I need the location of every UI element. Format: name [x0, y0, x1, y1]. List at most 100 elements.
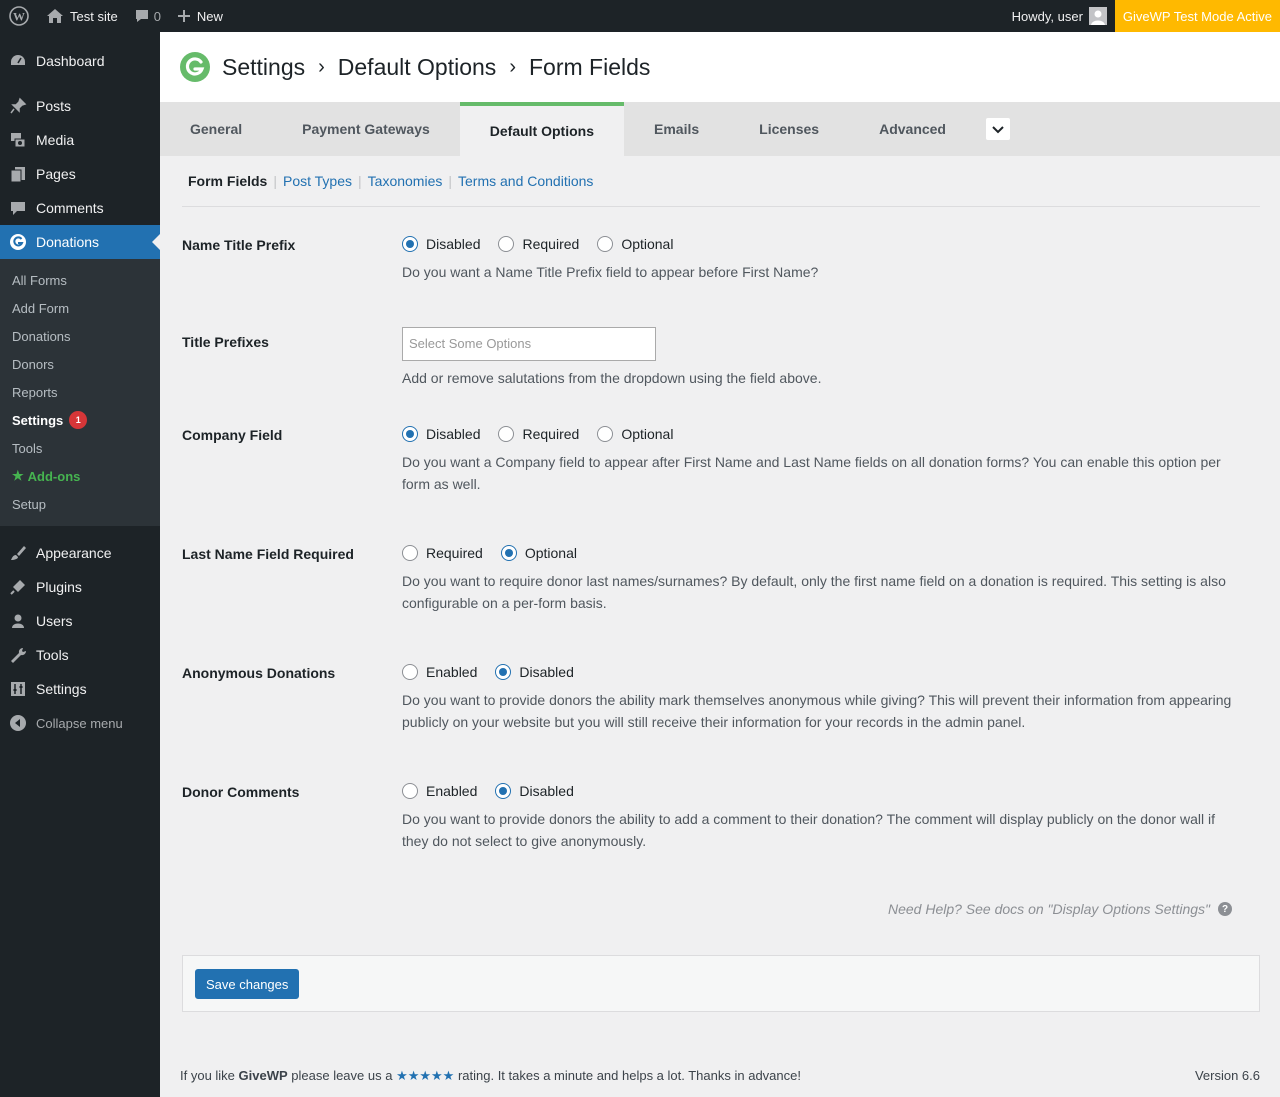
- radio-control[interactable]: [495, 783, 512, 799]
- radio-control[interactable]: [402, 545, 418, 561]
- sidebar-item-plugins[interactable]: Plugins: [0, 570, 160, 604]
- comment-bubble-icon: [134, 8, 150, 24]
- site-name-link[interactable]: Test site: [38, 0, 126, 32]
- setting-description: Do you want to require donor last names/…: [402, 573, 1226, 611]
- footer-text: please leave us a: [287, 1068, 397, 1083]
- radio-control[interactable]: [402, 426, 418, 442]
- radio-optional[interactable]: Optional: [500, 545, 577, 561]
- setting-label: Donor Comments: [182, 784, 300, 800]
- admin-footer: If you like GiveWP please leave us a ★★★…: [180, 1068, 1260, 1084]
- radio-disabled[interactable]: Disabled: [495, 783, 574, 799]
- radio-required[interactable]: Required: [498, 236, 579, 252]
- radio-control[interactable]: [498, 426, 515, 442]
- sidebar-item-donations[interactable]: Donations: [0, 225, 160, 259]
- radio-control[interactable]: [495, 664, 512, 680]
- tab-licenses[interactable]: Licenses: [729, 102, 849, 156]
- submenu-item-setup[interactable]: Setup: [0, 490, 160, 518]
- sidebar-item-tools[interactable]: Tools: [0, 638, 160, 672]
- sidebar-item-pages[interactable]: Pages: [0, 157, 160, 191]
- radio-control[interactable]: [597, 426, 614, 442]
- radio-control[interactable]: [597, 236, 614, 252]
- radio-label: Enabled: [426, 664, 478, 680]
- sidebar-item-label: Settings: [36, 681, 87, 697]
- radio-label: Optional: [524, 545, 577, 561]
- subnav-terms-and-conditions[interactable]: Terms and Conditions: [452, 170, 599, 189]
- sidebar-item-label: Posts: [36, 98, 72, 114]
- sidebar-item-label: Donations: [36, 234, 100, 250]
- submenu-item-reports[interactable]: Reports: [0, 378, 160, 406]
- brush-icon: [8, 543, 28, 563]
- submenu-item-add-form[interactable]: Add Form: [0, 294, 160, 322]
- howdy-text: Howdy, user: [1011, 8, 1083, 24]
- subnav-post-types[interactable]: Post Types: [277, 170, 358, 189]
- sidebar-item-comments[interactable]: Comments: [0, 191, 160, 225]
- sidebar-item-appearance[interactable]: Appearance: [0, 536, 160, 570]
- sidebar-item-users[interactable]: Users: [0, 604, 160, 638]
- setting-label: Name Title Prefix: [182, 237, 296, 253]
- submenu-item-donors[interactable]: Donors: [0, 350, 160, 378]
- radio-disabled[interactable]: Disabled: [402, 426, 480, 442]
- wordpress-logo-icon[interactable]: W: [0, 0, 38, 32]
- tab-emails[interactable]: Emails: [624, 102, 729, 156]
- help-link[interactable]: Need Help? See docs on "Display Options …: [888, 901, 1232, 917]
- submenu-label: Donors: [12, 356, 54, 372]
- radio-label: Optional: [621, 426, 674, 442]
- radio-control[interactable]: [402, 236, 418, 252]
- radio-control[interactable]: [402, 664, 418, 680]
- setting-label: Last Name Field Required: [182, 546, 354, 562]
- setting-description: Do you want a Name Title Prefix field to…: [402, 264, 819, 280]
- radio-label: Required: [426, 545, 483, 561]
- collapse-menu-button[interactable]: Collapse menu: [0, 706, 160, 740]
- radio-disabled[interactable]: Disabled: [402, 236, 480, 252]
- sidebar-item-dashboard[interactable]: Dashboard: [0, 44, 160, 78]
- setting-description: Do you want a Company field to appear af…: [402, 454, 1221, 492]
- tab-payment-gateways[interactable]: Payment Gateways: [272, 102, 460, 156]
- submenu-label: Add Form: [12, 300, 70, 316]
- radio-optional[interactable]: Optional: [597, 236, 673, 252]
- new-label: New: [196, 8, 223, 24]
- admin-bar: W Test site 0 New Howdy, user GiveWP Tes…: [0, 0, 1280, 32]
- radio-label: Required: [522, 236, 580, 252]
- tab-advanced[interactable]: Advanced: [849, 102, 976, 156]
- page-header: Settings › Default Options › Form Fields: [160, 32, 1280, 102]
- save-button[interactable]: Save changes: [195, 969, 300, 999]
- submenu-item-tools[interactable]: Tools: [0, 434, 160, 462]
- submenu-item-all-forms[interactable]: All Forms: [0, 266, 160, 294]
- breadcrumb-settings[interactable]: Settings: [222, 54, 305, 81]
- comments-count: 0: [153, 8, 161, 24]
- radio-control[interactable]: [402, 783, 418, 799]
- radio-control[interactable]: [498, 236, 515, 252]
- test-mode-badge[interactable]: GiveWP Test Mode Active: [1114, 0, 1280, 32]
- settings-tabs: General Payment Gateways Default Options…: [160, 102, 1280, 156]
- users-icon: [8, 611, 28, 631]
- radio-required[interactable]: Required: [498, 426, 579, 442]
- pin-icon: [8, 96, 28, 116]
- submenu-item-donations[interactable]: Donations: [0, 322, 160, 350]
- subnav-taxonomies[interactable]: Taxonomies: [362, 170, 449, 189]
- radio-required[interactable]: Required: [402, 545, 483, 561]
- new-content-link[interactable]: New: [169, 0, 231, 32]
- comments-icon: [8, 198, 28, 218]
- radio-control[interactable]: [500, 545, 517, 561]
- comments-link[interactable]: 0: [126, 0, 169, 32]
- subnav-form-fields[interactable]: Form Fields: [182, 170, 273, 189]
- radio-disabled[interactable]: Disabled: [495, 664, 574, 680]
- tab-default-options[interactable]: Default Options: [459, 102, 624, 156]
- submenu-item-settings[interactable]: Settings 1: [0, 406, 160, 434]
- sidebar-item-media[interactable]: Media: [0, 123, 160, 157]
- breadcrumb-default-options[interactable]: Default Options: [338, 54, 497, 81]
- rating-stars-link[interactable]: ★★★★★: [396, 1068, 454, 1083]
- account-menu[interactable]: Howdy, user: [1004, 0, 1115, 32]
- chevron-down-icon: [992, 121, 1004, 137]
- title-prefixes-select[interactable]: Select Some Options: [402, 327, 656, 361]
- sidebar-item-settings[interactable]: Settings: [0, 672, 160, 706]
- radio-enabled[interactable]: Enabled: [402, 664, 477, 680]
- tab-general[interactable]: General: [160, 102, 272, 156]
- sidebar-item-posts[interactable]: Posts: [0, 89, 160, 123]
- radio-enabled[interactable]: Enabled: [402, 783, 477, 799]
- submenu-label: Reports: [12, 384, 58, 400]
- setting-label: Company Field: [182, 427, 283, 443]
- radio-optional[interactable]: Optional: [597, 426, 673, 442]
- submenu-item-addons[interactable]: ★ Add-ons: [0, 462, 160, 490]
- more-tabs-button[interactable]: [986, 118, 1010, 140]
